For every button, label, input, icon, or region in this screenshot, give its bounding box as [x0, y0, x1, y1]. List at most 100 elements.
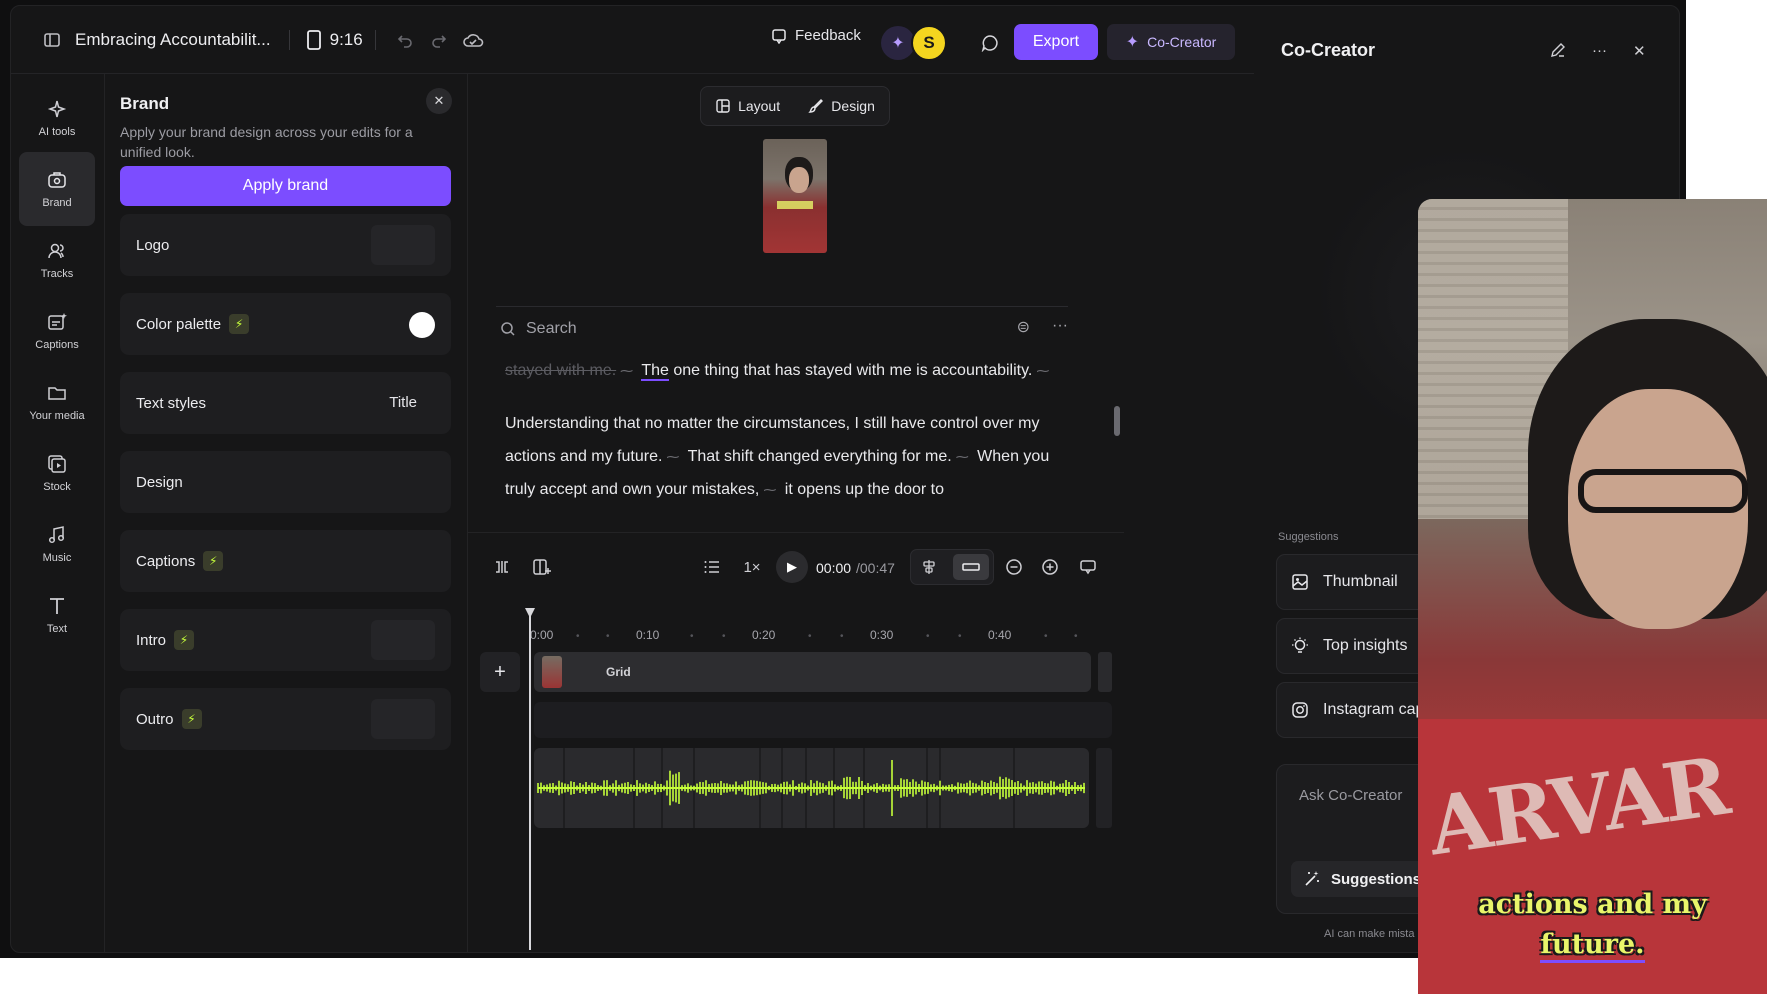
add-clip-icon[interactable]	[528, 553, 556, 581]
floating-video-preview[interactable]: ARVAR actions and my future.	[1418, 199, 1767, 994]
export-button[interactable]: Export	[1014, 24, 1098, 60]
split-icon[interactable]	[488, 553, 516, 581]
close-icon[interactable]: ✕	[1633, 42, 1646, 62]
design-label: Design	[831, 98, 875, 114]
project-title[interactable]: Embracing Accountabilit...	[75, 30, 271, 50]
brand-card-outro[interactable]: Outro ⚡	[120, 688, 451, 750]
pause-icon[interactable]: ⁓	[620, 363, 633, 378]
rail-item-ai-tools[interactable]: AI tools	[19, 81, 95, 155]
rail-item-label: Captions	[35, 339, 79, 351]
scrollbar[interactable]	[1114, 406, 1120, 436]
video-preview[interactable]	[763, 139, 827, 253]
design-button[interactable]: Design	[808, 98, 875, 114]
rail-item-label: Text	[46, 623, 68, 635]
playback-speed[interactable]: 1×	[738, 553, 766, 581]
playhead[interactable]	[529, 610, 531, 950]
preview-face	[789, 167, 809, 193]
ruler-tick: •	[840, 631, 844, 642]
layout-button[interactable]: Layout	[715, 98, 780, 114]
player-bar: 1× ▶ 00:00 /00:47	[468, 532, 1124, 602]
image-icon	[1292, 574, 1308, 590]
zoom-out-icon[interactable]	[1000, 553, 1028, 581]
pause-icon[interactable]: ⁓	[763, 482, 776, 497]
folder-icon	[48, 387, 66, 400]
transcript-sentence[interactable]: one thing that has stayed with me is acc…	[673, 362, 1032, 379]
sparkle-icon: ✦	[1125, 34, 1140, 51]
ruler-label: 0:30	[870, 628, 894, 642]
rail-item-brand[interactable]: Brand	[19, 152, 95, 226]
rail-item-label: AI tools	[38, 126, 76, 138]
card-label: Color palette	[136, 315, 222, 333]
deleted-words[interactable]: stayed with me.	[505, 362, 616, 379]
transcript-sentence[interactable]: That shift changed everything for me.	[688, 448, 952, 465]
avatar[interactable]: S	[911, 25, 947, 61]
brand-card-design[interactable]: Design	[120, 451, 451, 513]
more-icon[interactable]: ···	[1052, 317, 1068, 337]
feedback-button[interactable]: Feedback	[771, 27, 861, 44]
transcript-text[interactable]: stayed with me. ⁓ The one thing that has …	[505, 354, 1065, 526]
collaborators[interactable]: ✦ S	[881, 24, 951, 62]
card-label: Intro	[136, 631, 167, 649]
logo-slot[interactable]	[371, 225, 435, 265]
brand-card-captions[interactable]: Captions ⚡	[120, 530, 451, 592]
rail-item-your-media[interactable]: Your media	[19, 365, 95, 439]
rail-item-music[interactable]: Music	[19, 507, 95, 581]
rail-item-captions[interactable]: Captions	[19, 294, 95, 368]
color-swatch[interactable]	[409, 312, 435, 338]
lightbulb-icon	[1292, 637, 1308, 653]
card-label: Logo	[136, 236, 170, 254]
filter-icon[interactable]: ⊜	[1017, 317, 1030, 337]
timeline[interactable]: 0:00 • • 0:10 • • 0:20 • • 0:30 • • 0:40…	[468, 602, 1124, 952]
audio-track-clip[interactable]	[534, 748, 1089, 828]
video-track-clip[interactable]: Grid	[534, 652, 1091, 692]
panel-title: Co-Creator	[1281, 40, 1376, 60]
outro-slot[interactable]	[371, 699, 435, 739]
search-input[interactable]: Search	[526, 320, 577, 338]
rail-item-text[interactable]: Text	[19, 578, 95, 652]
suggestion-label: Top insights	[1323, 637, 1408, 654]
redo-icon[interactable]	[422, 23, 456, 57]
pause-icon[interactable]: ⁓	[666, 449, 679, 464]
intro-slot[interactable]	[371, 620, 435, 660]
list-icon[interactable]	[698, 553, 726, 581]
cloud-save-icon[interactable]	[456, 23, 490, 57]
chat-icon[interactable]	[976, 29, 1004, 57]
instagram-icon	[1292, 702, 1308, 718]
close-icon[interactable]: ✕	[426, 88, 452, 114]
preview-caption	[777, 201, 813, 209]
sparkle-icon: ✦	[881, 26, 915, 60]
bolt-icon: ⚡	[229, 314, 250, 334]
more-icon[interactable]: ···	[1592, 42, 1607, 62]
add-track-button[interactable]: +	[480, 652, 520, 692]
play-button[interactable]: ▶	[776, 551, 808, 583]
rail-item-tracks[interactable]: Tracks	[19, 223, 95, 297]
rail-item-label: Brand	[42, 197, 72, 209]
caption-bubble-icon[interactable]	[1074, 553, 1102, 581]
brand-card-intro[interactable]: Intro ⚡	[120, 609, 451, 671]
transcript-paragraph: Understanding that no matter the circums…	[505, 407, 1065, 506]
empty-track[interactable]	[534, 702, 1112, 738]
transcript-search[interactable]: Search ⊜ ···	[496, 306, 1068, 350]
fit-view-button[interactable]	[953, 554, 989, 580]
cocreator-button[interactable]: ✦ Co-Creator	[1107, 24, 1235, 60]
aspect-ratio-selector[interactable]: 9:16	[306, 29, 363, 51]
ruler-label: 0:20	[752, 628, 776, 642]
current-word[interactable]: The	[641, 362, 669, 381]
edit-icon[interactable]	[1550, 42, 1566, 62]
clip-label: Grid	[606, 665, 631, 679]
align-icon[interactable]	[915, 553, 943, 581]
pause-icon[interactable]: ⁓	[956, 449, 969, 464]
sidebar-toggle-icon[interactable]	[35, 23, 69, 57]
brand-card-color-palette[interactable]: Color palette ⚡	[120, 293, 451, 355]
undo-icon[interactable]	[388, 23, 422, 57]
rail-item-stock[interactable]: Stock	[19, 436, 95, 510]
brand-kit-icon	[48, 172, 66, 188]
zoom-in-icon[interactable]	[1036, 553, 1064, 581]
brand-card-text-styles[interactable]: Text styles Title	[120, 372, 451, 434]
audio-waveform	[537, 748, 1085, 828]
transcript-sentence[interactable]: it opens up the door to	[785, 481, 944, 498]
pause-icon[interactable]: ⁓	[1036, 363, 1049, 378]
brand-card-logo[interactable]: Logo	[120, 214, 451, 276]
layout-design-toggle: Layout Design	[700, 86, 890, 126]
apply-brand-button[interactable]: Apply brand	[120, 166, 451, 206]
